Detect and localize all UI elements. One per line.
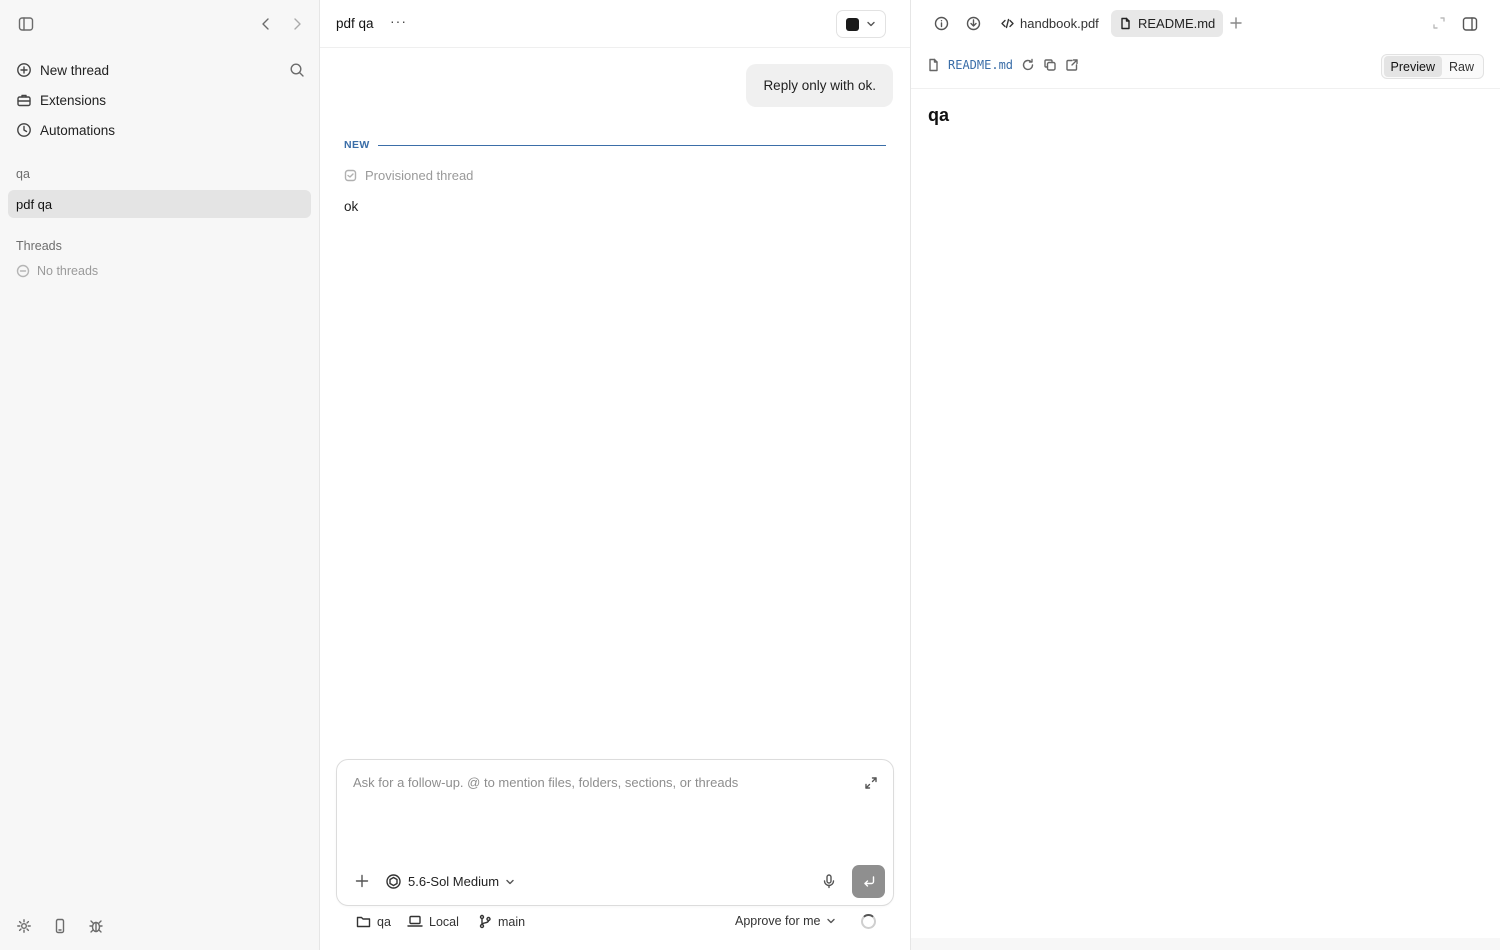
sidebar-item-pdf-qa[interactable]: pdf qa [8, 190, 311, 218]
provisioned-text: Provisioned thread [365, 168, 474, 183]
chevron-down-icon [826, 916, 836, 926]
thread-title: pdf qa [336, 16, 374, 31]
toggle-panel-icon[interactable] [1462, 16, 1478, 32]
chat-header: pdf qa ··· [320, 0, 910, 48]
attach-plus-icon[interactable] [354, 873, 370, 889]
expand-icon[interactable] [864, 776, 878, 790]
branch-selector[interactable]: main [478, 914, 525, 929]
file-icon [1119, 17, 1132, 30]
search-icon[interactable] [289, 62, 305, 78]
environment-name: Local [429, 914, 459, 929]
message-composer: 5.6-Sol Medium [336, 759, 894, 906]
provisioned-status: Provisioned thread [344, 168, 473, 183]
sidebar: New thread Extensions Automations qa pdf… [0, 0, 320, 950]
markdown-preview: qa [911, 88, 1500, 938]
approval-mode-selector[interactable]: Approve for me [735, 914, 836, 928]
agent-logo-icon [846, 17, 859, 31]
code-icon [1001, 17, 1014, 30]
chevron-down-icon [505, 877, 515, 887]
environment-selector[interactable]: Local [407, 914, 459, 929]
preview-footer-strip [911, 938, 1500, 950]
toggle-sidebar-icon[interactable] [18, 16, 34, 32]
view-mode-toggle: Preview Raw [1380, 54, 1484, 79]
clock-icon [16, 122, 32, 138]
user-message-text: Reply only with ok. [763, 78, 876, 93]
message-input[interactable] [353, 775, 843, 790]
file-icon [927, 58, 940, 72]
new-thread-button[interactable]: New thread [8, 56, 311, 84]
model-logo-icon [385, 873, 402, 890]
file-name-link[interactable]: README.md [948, 58, 1013, 72]
preview-tab-bar: handbook.pdf README.md [911, 0, 1500, 48]
new-label: NEW [344, 139, 370, 151]
new-thread-label: New thread [40, 62, 110, 78]
no-threads-text: No threads [37, 264, 99, 278]
send-arrow-icon [861, 874, 877, 890]
file-info-bar: README.md [927, 58, 1079, 72]
divider-line [377, 144, 886, 146]
folder-icon [356, 914, 371, 929]
raw-mode-button[interactable]: Raw [1442, 56, 1481, 77]
model-picker-button[interactable]: 5.6-Sol Medium [385, 873, 515, 890]
new-messages-divider: NEW [344, 139, 886, 151]
extensions-button[interactable]: Extensions [8, 86, 311, 114]
markdown-heading: qa [928, 105, 950, 125]
refresh-icon[interactable] [1021, 58, 1035, 72]
tab-label: README.md [1138, 16, 1216, 31]
chat-panel: pdf qa ··· Reply only with ok. NEW Provi… [320, 0, 910, 950]
user-message-bubble: Reply only with ok. [746, 64, 893, 107]
bug-icon[interactable] [88, 918, 104, 934]
file-preview-panel: handbook.pdf README.md README.md Preview… [910, 0, 1500, 950]
folder-name: qa [377, 914, 391, 929]
chat-bubble-icon [16, 264, 30, 278]
branch-name: main [498, 914, 526, 929]
loading-spinner-icon [861, 914, 876, 929]
settings-gear-icon[interactable] [16, 918, 32, 934]
folder-selector[interactable]: qa [356, 914, 391, 929]
microphone-icon[interactable] [821, 873, 837, 889]
threads-empty-state: No threads [16, 264, 98, 278]
laptop-icon [407, 914, 423, 929]
agent-picker-button[interactable] [836, 10, 886, 38]
project-section-label: qa [16, 167, 30, 181]
extensions-label: Extensions [40, 92, 107, 108]
mobile-device-icon[interactable] [52, 918, 68, 934]
open-external-icon[interactable] [1065, 58, 1079, 72]
automations-button[interactable]: Automations [8, 116, 311, 144]
chevron-down-icon [866, 19, 876, 29]
model-name: 5.6-Sol Medium [408, 874, 500, 889]
copy-icon[interactable] [1043, 58, 1057, 72]
download-icon[interactable] [966, 16, 981, 31]
plus-circle-icon [16, 62, 32, 78]
forward-arrow-icon[interactable] [289, 16, 305, 32]
approval-mode-label: Approve for me [735, 914, 821, 928]
tab-label: handbook.pdf [1020, 16, 1099, 31]
assistant-message: ok [344, 199, 359, 214]
preview-mode-button[interactable]: Preview [1383, 56, 1442, 77]
sidebar-item-label: pdf qa [16, 196, 53, 212]
thread-status-icon [344, 169, 357, 182]
back-arrow-icon[interactable] [258, 16, 274, 32]
threads-section-label: Threads [16, 239, 62, 253]
send-button[interactable] [852, 865, 885, 898]
automations-label: Automations [40, 122, 116, 138]
collapse-icon[interactable] [1432, 16, 1446, 30]
toolbox-icon [16, 92, 32, 108]
tab-handbook-pdf[interactable]: handbook.pdf [993, 10, 1107, 37]
info-icon[interactable] [934, 16, 949, 31]
git-branch-icon [478, 914, 492, 929]
tab-readme-md[interactable]: README.md [1111, 10, 1224, 37]
more-options-button[interactable]: ··· [390, 13, 407, 29]
add-tab-plus-icon[interactable] [1229, 16, 1243, 30]
